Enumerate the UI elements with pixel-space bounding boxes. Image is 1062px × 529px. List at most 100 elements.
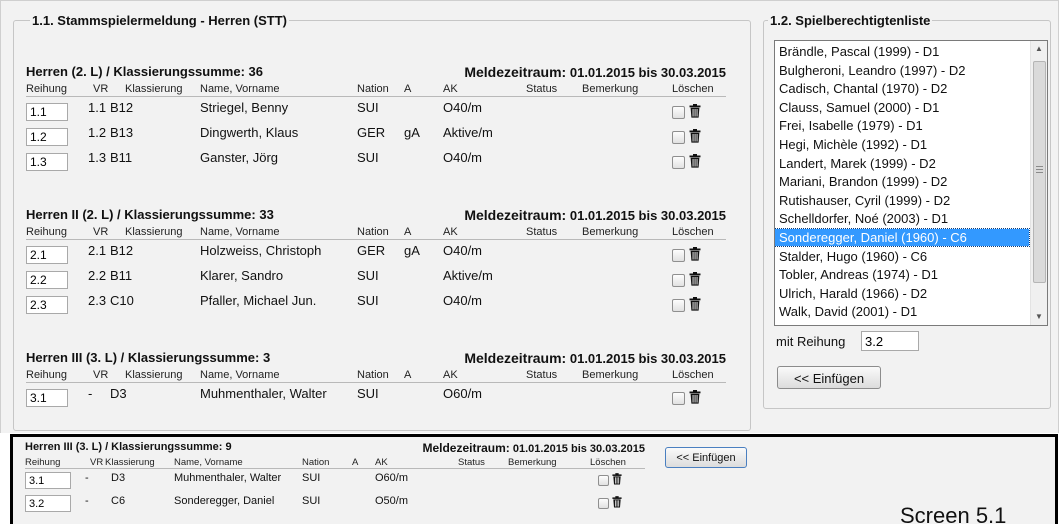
trash-icon[interactable] — [689, 104, 701, 118]
list-item[interactable]: Walk, David (2001) - D1 — [775, 303, 1029, 320]
list-item[interactable]: Stalder, Hugo (1960) - C6 — [775, 248, 1029, 265]
trash-icon[interactable] — [689, 154, 701, 168]
delete-checkbox[interactable] — [672, 131, 685, 144]
vr-cell: 1.3 — [88, 150, 107, 165]
col-name: Name, Vorname — [200, 83, 280, 95]
trash-icon[interactable] — [612, 473, 624, 487]
scroll-thumb[interactable] — [1033, 61, 1046, 283]
column-header: Reihung VR Klassierung Name, Vorname Nation A… — [26, 368, 726, 383]
nation-cell: SUI — [302, 495, 321, 507]
trash-icon[interactable] — [689, 390, 701, 404]
table-row: - D3 Muhmenthaler, Walter SUI O60/m — [26, 386, 726, 410]
period-text: Meldezeitraum: 01.01.2015 bis 30.03.2015 — [422, 441, 645, 455]
grip-line — [1036, 169, 1043, 170]
col-status: Status — [526, 369, 558, 381]
insert-button-result[interactable]: << Einfügen — [665, 447, 747, 468]
reihung-input[interactable] — [26, 271, 68, 289]
list-item[interactable]: Ulrich, Harald (1966) - D2 — [775, 285, 1029, 302]
team-header: Herren II (2. L) / Klassierungssumme: 33… — [26, 207, 726, 223]
reihung-input[interactable] — [26, 103, 68, 121]
trash-icon[interactable] — [689, 272, 701, 286]
trash-icon[interactable] — [689, 129, 701, 143]
grip-line — [1036, 166, 1043, 167]
col-reihung: Reihung — [26, 83, 67, 95]
col-loeschen: Löschen — [590, 457, 626, 468]
table-row: 2.3C10 Pfaller, Michael Jun. SUI O40/m — [26, 293, 726, 317]
name-cell: Klarer, Sandro — [200, 268, 284, 283]
column-header: Reihung VR Klassierung Name, Vorname Nation A… — [26, 82, 726, 97]
reihung-input[interactable] — [25, 495, 71, 512]
list-item[interactable]: Rutishauser, Cyril (1999) - D2 — [775, 192, 1029, 209]
klassierung-cell: B13 — [110, 125, 134, 140]
screen-caption: Screen 5.1 — [900, 503, 1007, 528]
reihung-input[interactable] — [26, 389, 68, 407]
trash-icon[interactable] — [689, 247, 701, 261]
col-reihung: Reihung — [26, 369, 67, 381]
list-item[interactable]: Sonderegger, Daniel (1960) - C6 — [775, 228, 1030, 247]
mit-reihung-input[interactable] — [861, 331, 919, 351]
vr-cell: 1.2 — [88, 125, 107, 140]
delete-checkbox[interactable] — [672, 156, 685, 169]
reihung-input[interactable] — [25, 472, 71, 489]
list-item[interactable]: Clauss, Samuel (2000) - D1 — [775, 99, 1029, 116]
col-nation: Nation — [357, 226, 389, 238]
table-row: - D3 Muhmenthaler, Walter SUI O60/m — [25, 471, 645, 491]
list-item[interactable]: Cadisch, Chantal (1970) - D2 — [775, 80, 1029, 97]
list-item[interactable]: Bulgheroni, Leandro (1997) - D2 — [775, 62, 1029, 79]
col-loeschen: Löschen — [672, 83, 714, 95]
ak-cell: O40/m — [443, 150, 483, 165]
col-klassierung: Klassierung — [125, 226, 183, 238]
col-bemerkung: Bemerkung — [582, 369, 639, 381]
list-item[interactable]: Landert, Marek (1999) - D2 — [775, 155, 1029, 172]
trash-icon[interactable] — [612, 496, 624, 510]
vr-cell: - — [88, 386, 93, 401]
ak-cell: O40/m — [443, 293, 483, 308]
list-item[interactable]: Frei, Isabelle (1979) - D1 — [775, 117, 1029, 134]
list-item[interactable]: Tobler, Andreas (1974) - D1 — [775, 266, 1029, 283]
scroll-up-arrow-icon[interactable]: ▲ — [1031, 41, 1047, 57]
col-reihung: Reihung — [25, 457, 61, 468]
name-cell: Striegel, Benny — [200, 100, 289, 115]
name-cell: Holzweiss, Christoph — [200, 243, 322, 258]
col-ak: AK — [375, 457, 388, 468]
player-listbox[interactable]: Brändle, Pascal (1999) - D1 Bulgheroni, L… — [774, 40, 1048, 326]
col-bemerkung: Bemerkung — [582, 226, 639, 238]
trash-icon[interactable] — [689, 297, 701, 311]
name-cell: Pfaller, Michael Jun. — [200, 293, 317, 308]
listbox-scrollbar[interactable]: ▲ ▼ — [1030, 41, 1047, 325]
vr-cell: 2.2 — [88, 268, 107, 283]
insert-button[interactable]: << Einfügen — [777, 366, 881, 389]
period-label: Meldezeitraum: — [422, 441, 510, 455]
list-item[interactable]: Schelldorfer, Noé (2003) - D1 — [775, 210, 1029, 227]
period-text: Meldezeitraum: 01.01.2015 bis 30.03.2015 — [464, 207, 726, 223]
scroll-down-arrow-icon[interactable]: ▼ — [1031, 309, 1047, 325]
col-ak: AK — [443, 83, 458, 95]
delete-checkbox[interactable] — [598, 498, 609, 509]
vr-cell: 2.3 — [88, 293, 107, 308]
list-item[interactable]: Hegi, Michèle (1992) - D1 — [775, 136, 1029, 153]
col-name: Name, Vorname — [200, 369, 280, 381]
list-item[interactable]: Mariani, Brandon (1999) - D2 — [775, 173, 1029, 190]
reihung-input[interactable] — [26, 153, 68, 171]
nation-cell: SUI — [357, 150, 379, 165]
vr-cell: - — [85, 472, 89, 484]
delete-checkbox[interactable] — [598, 475, 609, 486]
delete-checkbox[interactable] — [672, 392, 685, 405]
list-item[interactable]: Brändle, Pascal (1999) - D1 — [775, 43, 1029, 60]
reihung-input[interactable] — [26, 296, 68, 314]
col-klassierung: Klassierung — [125, 369, 183, 381]
col-bemerkung: Bemerkung — [508, 457, 557, 468]
delete-checkbox[interactable] — [672, 299, 685, 312]
col-loeschen: Löschen — [672, 369, 714, 381]
period-label: Meldezeitraum: — [464, 350, 567, 366]
col-loeschen: Löschen — [672, 226, 714, 238]
delete-checkbox[interactable] — [672, 106, 685, 119]
reihung-input[interactable] — [26, 246, 68, 264]
klassierung-cell: D3 — [110, 386, 127, 401]
delete-checkbox[interactable] — [672, 274, 685, 287]
delete-checkbox[interactable] — [672, 249, 685, 262]
col-name: Name, Vorname — [174, 457, 243, 468]
reihung-input[interactable] — [26, 128, 68, 146]
nation-cell: SUI — [302, 472, 321, 484]
klassierung-cell: C6 — [111, 495, 126, 507]
